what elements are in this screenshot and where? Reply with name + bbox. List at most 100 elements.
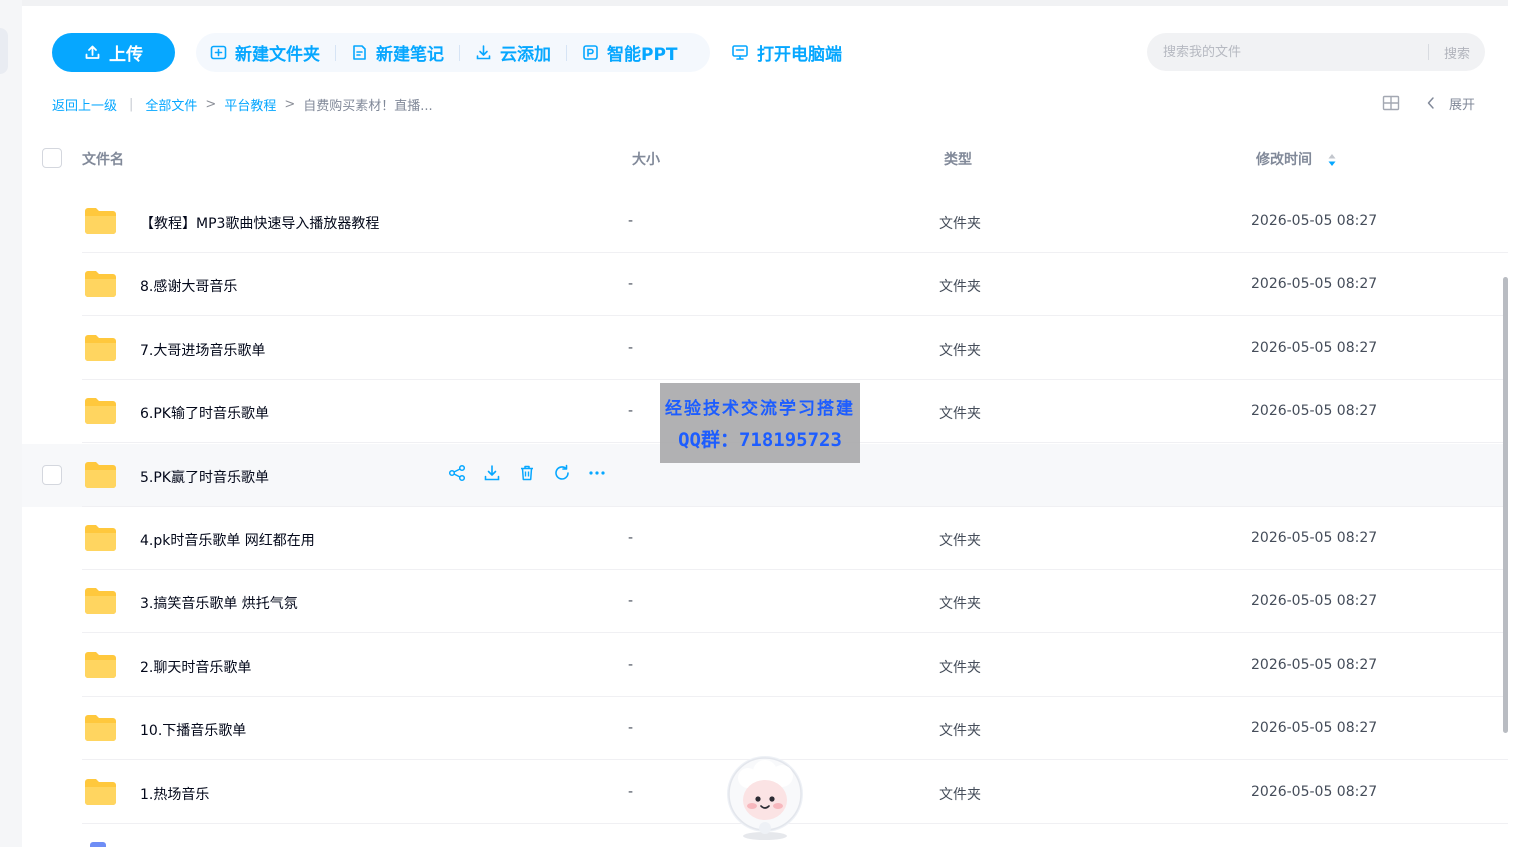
share-icon[interactable] xyxy=(448,464,466,482)
upload-button[interactable]: 上传 xyxy=(52,33,175,72)
folder-icon xyxy=(84,334,117,362)
open-desktop-label: 打开电脑端 xyxy=(757,45,842,65)
file-modified: 2026-05-05 08:27 xyxy=(1251,783,1378,800)
upload-label: 上传 xyxy=(109,45,143,65)
table-header: 文件名 大小 类型 修改时间 xyxy=(22,138,1508,178)
new-note-button[interactable]: 新建笔记 xyxy=(351,40,459,65)
file-size: - xyxy=(628,720,634,737)
file-modified: 2026-05-05 08:27 xyxy=(1251,339,1378,356)
folder-icon xyxy=(84,714,117,742)
scrollbar-thumb[interactable] xyxy=(1503,277,1508,733)
column-header-type[interactable]: 类型 xyxy=(944,149,972,169)
file-type: 文件夹 xyxy=(939,659,981,676)
file-name[interactable]: 10.下播音乐歌单 xyxy=(140,720,246,740)
table-row[interactable]: 4.pk时音乐歌单 网红都在用 - 文件夹 2026-05-05 08:27 xyxy=(22,507,1508,570)
folder-icon xyxy=(84,270,117,298)
expand-button[interactable]: 展开 xyxy=(1449,94,1475,113)
column-header-modified[interactable]: 修改时间 xyxy=(1256,149,1337,169)
row-checkbox[interactable] xyxy=(42,464,62,485)
file-type: 文件夹 xyxy=(939,723,981,740)
table-row[interactable]: 【教程】MP3歌曲快速导入播放器教程 - 文件夹 2026-05-05 08:27 xyxy=(22,190,1508,253)
breadcrumb: 返回上一级 | 全部文件 > 平台教程 > 自费购买素材！直播... xyxy=(52,94,433,114)
chevron-left-icon[interactable] xyxy=(1425,95,1437,111)
watermark-overlay: 经验技术交流学习搭建 QQ群：718195723 xyxy=(660,383,860,463)
file-name[interactable]: 8.感谢大哥音乐 xyxy=(140,276,237,296)
folder-icon xyxy=(84,778,117,806)
file-modified: 2026-05-05 08:27 xyxy=(1251,403,1378,420)
file-name[interactable]: 1.热场音乐 xyxy=(140,784,209,804)
select-all-checkbox[interactable] xyxy=(42,148,62,168)
new-note-icon xyxy=(353,45,366,60)
file-name[interactable]: 3.搞笑音乐歌单 烘托气氛 xyxy=(140,593,298,613)
file-name[interactable]: 6.PK输了时音乐歌单 xyxy=(140,403,269,423)
toolbar-group: 新建文件夹 新建笔记 云添加 智能PPT xyxy=(196,33,710,72)
cloud-add-button[interactable]: 云添加 xyxy=(475,40,566,65)
next-row-icon xyxy=(90,842,106,847)
grid-view-icon[interactable] xyxy=(1382,95,1400,111)
upload-icon xyxy=(85,45,100,59)
file-name[interactable]: 5.PK赢了时音乐歌单 xyxy=(140,467,269,487)
refresh-icon[interactable] xyxy=(553,464,571,482)
download-icon xyxy=(476,45,491,60)
file-size: - xyxy=(628,403,634,420)
search-box: 搜索 xyxy=(1147,33,1485,71)
file-type: 文件夹 xyxy=(939,533,981,549)
new-folder-button[interactable]: 新建文件夹 xyxy=(210,40,335,65)
file-name[interactable]: 2.聊天时音乐歌单 xyxy=(140,657,251,677)
more-icon[interactable] xyxy=(588,464,606,482)
toolbar-separator xyxy=(459,44,460,61)
table-row[interactable]: 2.聊天时音乐歌单 - 文件夹 2026-05-05 08:27 xyxy=(22,634,1508,697)
breadcrumb-current: 自费购买素材！直播... xyxy=(303,98,433,114)
file-modified: 2026-05-05 08:27 xyxy=(1251,530,1378,546)
table-row[interactable]: 8.感谢大哥音乐 - 文件夹 2026-05-05 08:27 xyxy=(22,253,1508,317)
file-type: 文件夹 xyxy=(939,342,981,359)
top-strip xyxy=(22,0,1508,6)
back-link[interactable]: 返回上一级 xyxy=(52,95,117,114)
new-folder-icon xyxy=(210,45,227,60)
table-row[interactable]: 7.大哥进场音乐歌单 - 文件夹 2026-05-05 08:27 xyxy=(22,317,1508,380)
monitor-icon xyxy=(732,45,748,60)
sort-icon[interactable] xyxy=(1327,153,1337,167)
cloud-add-label: 云添加 xyxy=(500,45,551,65)
watermark-line1: 经验技术交流学习搭建 xyxy=(665,399,855,419)
file-type: 文件夹 xyxy=(939,596,981,613)
folder-icon xyxy=(84,587,117,615)
breadcrumb-pipe: | xyxy=(129,96,134,112)
table-row[interactable]: 10.下播音乐歌单 - 文件夹 2026-05-05 08:27 xyxy=(22,697,1508,761)
file-name[interactable]: 【教程】MP3歌曲快速导入播放器教程 xyxy=(140,213,379,233)
file-size: - xyxy=(628,593,634,610)
toolbar-separator xyxy=(335,44,336,61)
trash-icon[interactable] xyxy=(518,464,536,482)
sidebar-collapse-tab[interactable] xyxy=(0,28,8,74)
file-modified: 2026-05-05 08:27 xyxy=(1251,593,1378,610)
folder-icon xyxy=(84,461,117,489)
column-header-name[interactable]: 文件名 xyxy=(82,149,124,169)
breadcrumb-platform-tutorial[interactable]: 平台教程 xyxy=(224,95,276,114)
file-size: - xyxy=(628,213,634,229)
file-modified: 2026-05-05 08:27 xyxy=(1251,213,1378,229)
mascot-icon[interactable] xyxy=(722,754,808,840)
file-size: - xyxy=(628,276,634,293)
smart-ppt-button[interactable]: 智能PPT xyxy=(582,40,693,65)
file-name[interactable]: 7.大哥进场音乐歌单 xyxy=(140,340,265,360)
search-input[interactable] xyxy=(1147,33,1428,71)
folder-icon xyxy=(84,524,117,552)
open-desktop-button[interactable]: 打开电脑端 xyxy=(731,33,842,72)
file-type: 文件夹 xyxy=(939,406,981,423)
column-header-size[interactable]: 大小 xyxy=(632,149,660,169)
folder-icon xyxy=(84,651,117,679)
file-type: 文件夹 xyxy=(939,279,981,296)
toolbar-separator xyxy=(566,44,567,61)
file-name[interactable]: 4.pk时音乐歌单 网红都在用 xyxy=(140,530,315,550)
search-button[interactable]: 搜索 xyxy=(1429,43,1485,62)
file-type: 文件夹 xyxy=(939,786,981,803)
watermark-line2: QQ群：718195723 xyxy=(678,429,842,451)
file-modified: 2026-05-05 08:27 xyxy=(1251,720,1378,737)
download-icon[interactable] xyxy=(483,464,501,482)
file-modified: 2026-05-05 08:27 xyxy=(1251,276,1378,293)
smart-ppt-label: 智能PPT xyxy=(607,45,678,65)
file-size: - xyxy=(628,339,634,356)
breadcrumb-all-files[interactable]: 全部文件 xyxy=(145,95,197,114)
file-type: 文件夹 xyxy=(939,216,981,232)
table-row[interactable]: 3.搞笑音乐歌单 烘托气氛 - 文件夹 2026-05-05 08:27 xyxy=(22,570,1508,634)
